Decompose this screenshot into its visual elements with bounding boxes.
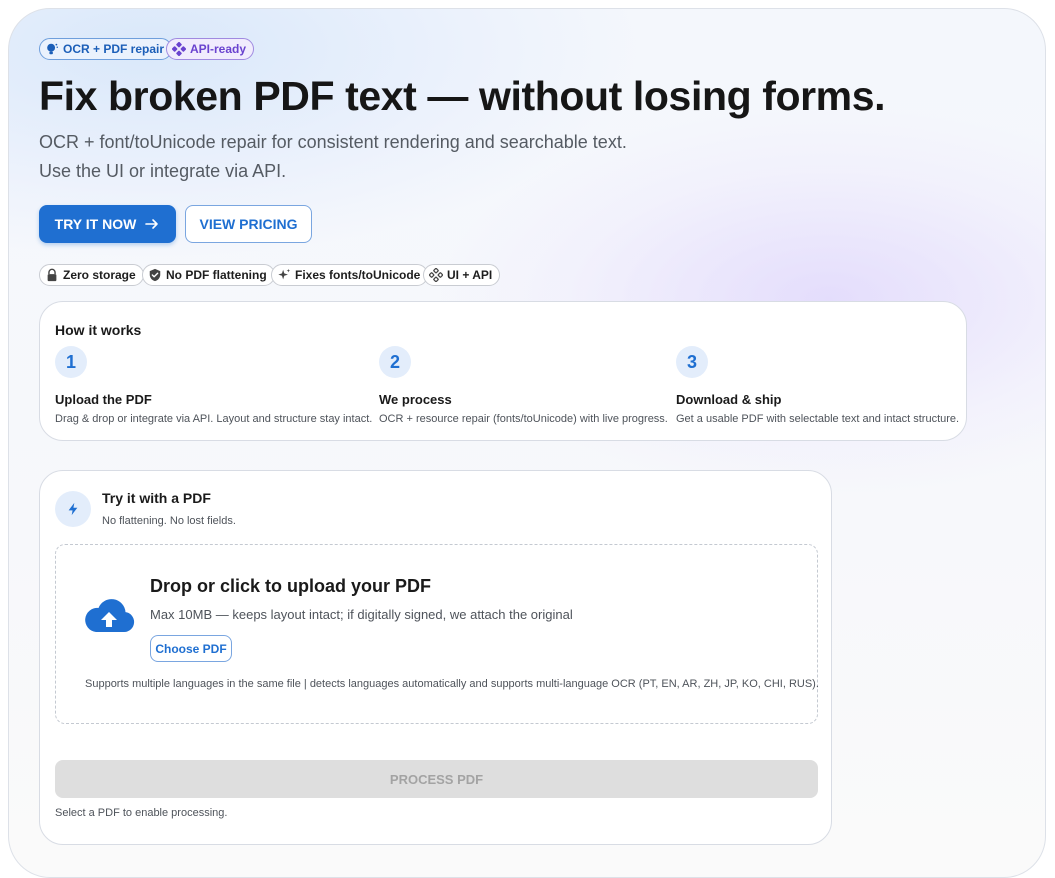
step-upload: 1 Upload the PDF Drag & drop or integrat… xyxy=(55,346,372,425)
feature-fixes-fonts: Fixes fonts/toUnicode xyxy=(271,264,429,286)
process-pdf-button[interactable]: PROCESS PDF xyxy=(55,760,818,798)
languages-note: Supports multiple languages in the same … xyxy=(85,678,819,690)
try-it-now-label: TRY IT NOW xyxy=(54,216,137,232)
step-process: 2 We process OCR + resource repair (font… xyxy=(379,346,668,425)
step-description: OCR + resource repair (fonts/toUnicode) … xyxy=(379,413,668,425)
choose-pdf-button[interactable]: Choose PDF xyxy=(150,635,232,662)
lightbulb-icon xyxy=(47,43,58,55)
badge-api-label: API-ready xyxy=(190,42,247,56)
step-number: 1 xyxy=(55,346,87,378)
feature-label: Fixes fonts/toUnicode xyxy=(295,268,421,282)
bolt-icon-circle xyxy=(55,491,91,527)
step-title: We process xyxy=(379,392,452,407)
page-title: Fix broken PDF text — without losing for… xyxy=(39,73,886,119)
upload-dropzone[interactable]: Drop or click to upload your PDF Max 10M… xyxy=(55,544,819,724)
badge-ocr: OCR + PDF repair xyxy=(39,38,173,60)
try-card-title: Try it with a PDF xyxy=(102,490,211,506)
feature-label: UI + API xyxy=(447,268,493,282)
step-title: Download & ship xyxy=(676,392,782,407)
sparkle-icon xyxy=(278,268,291,280)
badge-ocr-label: OCR + PDF repair xyxy=(63,42,165,56)
step-description: Get a usable PDF with selectable text an… xyxy=(676,413,960,425)
arrow-right-icon xyxy=(145,219,159,229)
step-title: Upload the PDF xyxy=(55,392,152,407)
hero-subtitle-line1: OCR + font/toUnicode repair for consiste… xyxy=(39,132,627,152)
step-number: 3 xyxy=(676,346,708,378)
how-it-works-title: How it works xyxy=(55,322,142,338)
step-number: 2 xyxy=(379,346,411,378)
api-icon xyxy=(429,268,443,282)
hero-subtitle-line2: Use the UI or integrate via API. xyxy=(39,161,287,181)
process-hint: Select a PDF to enable processing. xyxy=(55,807,228,819)
choose-pdf-label: Choose PDF xyxy=(155,641,227,656)
feature-zero-storage: Zero storage xyxy=(39,264,144,286)
lightning-bolt-icon xyxy=(68,502,78,516)
lock-icon xyxy=(47,268,57,282)
badge-api: API-ready xyxy=(166,38,255,60)
dropzone-subtitle: Max 10MB — keeps layout intact; if digit… xyxy=(150,607,573,622)
how-it-works-card: How it works 1 Upload the PDF Drag & dro… xyxy=(39,301,967,441)
step-description: Drag & drop or integrate via API. Layout… xyxy=(55,413,373,425)
process-pdf-label: PROCESS PDF xyxy=(389,771,484,787)
cloud-upload-icon xyxy=(85,599,135,633)
hero-section: OCR + PDF repair API-ready Fix broken PD… xyxy=(8,8,1046,878)
view-pricing-label: VIEW PRICING xyxy=(199,216,298,232)
dropzone-title: Drop or click to upload your PDF xyxy=(150,576,432,596)
feature-label: No PDF flattening xyxy=(166,268,267,282)
try-it-now-button[interactable]: TRY IT NOW xyxy=(39,205,176,243)
step-download: 3 Download & ship Get a usable PDF with … xyxy=(676,346,959,425)
feature-no-flattening: No PDF flattening xyxy=(142,264,275,286)
try-it-card: Try it with a PDF No flattening. No lost… xyxy=(39,470,832,845)
feature-ui-api: UI + API xyxy=(423,264,501,286)
shield-check-icon xyxy=(149,268,161,282)
api-icon xyxy=(172,42,186,56)
feature-label: Zero storage xyxy=(63,268,136,282)
try-card-subtitle: No flattening. No lost fields. xyxy=(102,515,236,527)
view-pricing-button[interactable]: VIEW PRICING xyxy=(185,205,312,243)
